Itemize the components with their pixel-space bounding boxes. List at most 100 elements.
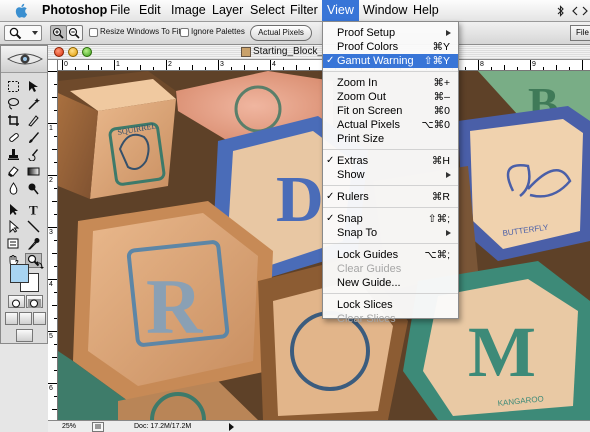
- ruler-tick: [54, 136, 57, 137]
- ruler-tick: [153, 67, 154, 70]
- photoshop-eye-icon: [7, 53, 43, 65]
- ignore-palettes-checkbox[interactable]: [180, 28, 189, 37]
- actual-pixels-button[interactable]: Actual Pixels: [250, 25, 312, 41]
- menu-photoshop[interactable]: Photoshop: [37, 0, 112, 21]
- quick-mask-button[interactable]: [26, 295, 43, 308]
- checkmark-icon: ✓: [326, 213, 335, 224]
- menu-item-zoom-in[interactable]: Zoom In ⌘+: [323, 76, 458, 90]
- line-tool[interactable]: [25, 219, 42, 234]
- menu-filter[interactable]: Filter: [285, 0, 323, 21]
- menu-item-zoom-out[interactable]: Zoom Out ⌘–: [323, 90, 458, 104]
- screen-mode-full[interactable]: [33, 312, 46, 325]
- marquee-icon: [8, 81, 19, 92]
- menu-item-label: Lock Guides: [337, 249, 399, 261]
- ruler-tick: [54, 318, 57, 319]
- zoom-level[interactable]: 25%: [62, 423, 76, 430]
- ruler-tick: [517, 67, 518, 70]
- menu-item-lock-slices[interactable]: Lock Slices: [323, 298, 458, 312]
- block-letter-r: R: [146, 263, 204, 350]
- menu-item-proof-colors[interactable]: Proof Colors ⌘Y: [323, 40, 458, 54]
- file-browser-button[interactable]: File: [570, 25, 590, 41]
- apple-menu-icon[interactable]: [14, 2, 30, 19]
- standard-mode-button[interactable]: [8, 295, 25, 308]
- menu-item-print-size[interactable]: Print Size: [323, 132, 458, 146]
- menu-item-new-guide[interactable]: New Guide...: [323, 276, 458, 290]
- status-icon[interactable]: [92, 422, 104, 432]
- eyedropper-tool[interactable]: [25, 236, 42, 251]
- healing-brush-tool[interactable]: [5, 130, 22, 145]
- menu-help[interactable]: Help: [408, 0, 444, 21]
- history-brush-tool[interactable]: [25, 147, 42, 162]
- clone-stamp-tool[interactable]: [5, 147, 22, 162]
- bluetooth-icon[interactable]: [557, 5, 565, 17]
- move-tool[interactable]: [25, 79, 42, 94]
- menu-item-show[interactable]: Show: [323, 168, 458, 182]
- zoom-in-mode-button[interactable]: [50, 25, 67, 41]
- magic-wand-icon: [28, 98, 40, 110]
- slice-tool[interactable]: [25, 113, 42, 128]
- menu-item-rulers[interactable]: ✓ Rulers ⌘R: [323, 190, 458, 204]
- brush-tool[interactable]: [25, 130, 42, 145]
- jump-to-imageready-button[interactable]: [16, 329, 33, 342]
- dodge-tool[interactable]: [25, 181, 42, 196]
- arrows-icon[interactable]: [572, 6, 588, 16]
- menu-item-proof-setup[interactable]: Proof Setup: [323, 26, 458, 40]
- zoom-window-icon[interactable]: [82, 47, 92, 57]
- menu-item-lock-guides[interactable]: Lock Guides ⌥⌘;: [323, 248, 458, 262]
- document-title-bar[interactable]: Starting_Block_: [48, 45, 590, 60]
- menu-item-snap-to[interactable]: Snap To: [323, 226, 458, 240]
- menu-item-fit-on-screen[interactable]: Fit on Screen ⌘0: [323, 104, 458, 118]
- zoom-out-mode-button[interactable]: [66, 25, 83, 41]
- submenu-arrow-icon: [446, 30, 451, 36]
- eyedropper-icon: [27, 238, 40, 250]
- menu-window[interactable]: Window: [358, 0, 412, 21]
- foreground-color-swatch[interactable]: [10, 264, 29, 283]
- close-icon[interactable]: [54, 47, 64, 57]
- tool-row: [5, 130, 45, 145]
- ruler-tick: [48, 331, 57, 332]
- menu-select[interactable]: Select: [245, 0, 290, 21]
- path-selection-tool[interactable]: [5, 202, 22, 217]
- vertical-ruler[interactable]: 1 2 3 4 5 6: [48, 60, 58, 420]
- menu-item-snap[interactable]: ✓ Snap ⇧⌘;: [323, 212, 458, 226]
- menu-item-extras[interactable]: ✓ Extras ⌘H: [323, 154, 458, 168]
- tool-preset-picker[interactable]: [4, 25, 42, 41]
- pen-tool[interactable]: [5, 219, 22, 234]
- menu-edit[interactable]: Edit: [134, 0, 166, 21]
- menu-view[interactable]: View: [322, 0, 359, 21]
- menu-item-shortcut: ⌘0: [433, 105, 450, 117]
- menu-item-gamut-warning[interactable]: ✓ Gamut Warning ⇧⌘Y: [323, 54, 458, 68]
- ruler-label: 2: [168, 61, 172, 68]
- menu-layer[interactable]: Layer: [207, 0, 248, 21]
- marquee-tool[interactable]: [5, 79, 22, 94]
- ruler-tick: [62, 60, 63, 70]
- lasso-tool[interactable]: [5, 96, 22, 111]
- ruler-tick: [52, 97, 57, 98]
- notes-tool[interactable]: [5, 236, 22, 251]
- menu-item-label: Snap: [337, 213, 363, 225]
- menu-item-actual-pixels[interactable]: Actual Pixels ⌥⌘0: [323, 118, 458, 132]
- swap-colors-icon[interactable]: [36, 261, 44, 269]
- ruler-tick: [192, 65, 193, 70]
- menu-separator: [323, 207, 458, 208]
- menu-item-label: Extras: [337, 155, 369, 167]
- crop-tool[interactable]: [5, 113, 22, 128]
- status-menu-arrow-icon[interactable]: [228, 422, 236, 432]
- ruler-label: 1: [116, 61, 120, 68]
- blur-tool[interactable]: [5, 181, 22, 196]
- screen-mode-full-menu[interactable]: [19, 312, 32, 325]
- gradient-tool[interactable]: [25, 164, 42, 179]
- menu-image[interactable]: Image: [166, 0, 211, 21]
- ruler-tick: [75, 67, 76, 70]
- toolbox-header[interactable]: [1, 46, 47, 73]
- screen-mode-standard[interactable]: [5, 312, 18, 325]
- magic-wand-tool[interactable]: [25, 96, 42, 111]
- eraser-tool[interactable]: [5, 164, 22, 179]
- minimize-icon[interactable]: [68, 47, 78, 57]
- menu-item-label: Clear Guides: [337, 263, 402, 275]
- ruler-label: 8: [480, 61, 484, 68]
- type-tool[interactable]: T: [25, 202, 42, 217]
- menu-item-label: Snap To: [337, 227, 378, 239]
- menu-file[interactable]: File: [105, 0, 135, 21]
- resize-windows-checkbox[interactable]: [89, 28, 98, 37]
